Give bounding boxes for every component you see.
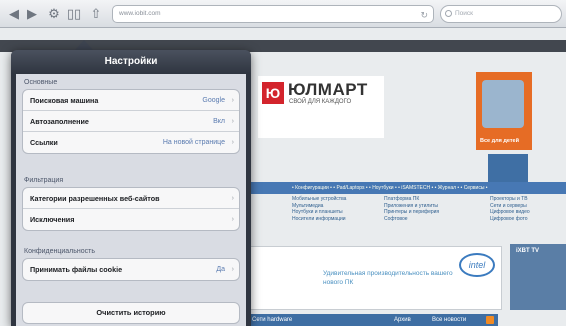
share-icon[interactable]: ⇧ [88,5,104,23]
chevron-right-icon: › [231,195,234,202]
row-label: Категории разрешенных веб-сайтов [30,194,160,203]
archive-link[interactable]: Архив [394,314,411,326]
all-news-link[interactable]: Все новости [432,314,466,326]
row-value: На новой странице [162,139,225,146]
ixbt-tv-tile[interactable]: iXBT TV [510,244,566,310]
ulmart-logo[interactable]: Ю ЮЛМАРТ СВОЙ ДЛЯ КАЖДОГО [258,76,384,138]
group-privacy: Принимать файлы cookie Да › [22,258,240,281]
popover-arrow [75,40,93,50]
row-label: Исключения [30,215,75,224]
row-label: Ссылки [30,138,58,147]
bookmarks-icon[interactable]: ▯▯ [66,5,82,23]
reload-icon[interactable]: ↻ [420,7,428,23]
group-general: Поисковая машина Google › Автозаполнение… [22,89,240,154]
row-search-engine[interactable]: Поисковая машина Google › [23,90,239,111]
toy-image [482,80,524,128]
search-placeholder: Поиск [455,10,474,17]
row-label: Принимать файлы cookie [30,265,123,274]
settings-gear-icon[interactable]: ⚙ [46,5,62,23]
news-section-title: Сети hardware [252,317,293,323]
category-bar[interactable]: • Конфигурации • • Pad/Laptops • • Ноутб… [234,182,566,194]
ixbt-tv-title: iXBT TV [516,248,540,254]
row-label: Автозаполнение [30,117,89,126]
category-column-2[interactable]: Платформа ПК Приложения и утилиты Принтер… [384,196,439,222]
category-column-3[interactable]: Проекторы и ТВ Сети и серверы Цифровое ви… [490,196,530,222]
row-links[interactable]: Ссылки На новой странице › [23,132,239,153]
rss-icon[interactable] [486,316,494,324]
popover-title: Настройки [104,56,158,67]
clear-history-button[interactable]: Очистить историю [22,302,240,324]
row-value: Google [202,97,225,104]
address-bar[interactable]: www.iobit.com ↻ [112,5,434,23]
intel-logo: intel [459,253,495,277]
chevron-right-icon: › [231,266,234,273]
row-label: Поисковая машина [30,96,99,105]
chevron-right-icon: › [231,118,234,125]
intel-banner[interactable]: Удивительная производительность вашего н… [240,246,502,310]
row-autofill[interactable]: Автозаполнение Вкл › [23,111,239,132]
chevron-right-icon: › [231,139,234,146]
settings-popover: Настройки Основные Поисковая машина Goog… [11,50,251,326]
search-field[interactable]: Поиск [440,5,562,23]
promo-tile[interactable]: Все для детей [476,72,532,150]
back-icon[interactable]: ◀ [6,5,22,23]
section-header-filtering: Фильтрация [24,177,64,184]
row-value: Вкл [213,118,225,125]
banner-text: Удивительная производительность вашего н… [323,270,453,286]
logo-subtitle: СВОЙ ДЛЯ КАЖДОГО [289,99,352,105]
row-allowed-sites[interactable]: Категории разрешенных веб-сайтов › [23,188,239,209]
group-filtering: Категории разрешенных веб-сайтов › Исклю… [22,187,240,231]
address-text: www.iobit.com [119,10,161,17]
chevron-right-icon: › [231,216,234,223]
section-header-privacy: Конфиденциальность [24,248,96,255]
browser-toolbar: ◀ ▶ ⚙ ▯▯ ⇧ www.iobit.com ↻ Поиск [0,0,566,28]
promo-thumb[interactable] [488,154,528,182]
logo-mark: Ю [262,82,284,104]
news-bar: Сети hardware Архив Все новости [244,314,498,326]
category-column-1[interactable]: Мобильные устройства Мультимедиа Ноутбуки… [292,196,346,222]
chevron-right-icon: › [231,97,234,104]
section-header-general: Основные [24,79,58,86]
row-value: Да [216,266,225,273]
popover-header: Настройки [11,50,251,74]
forward-icon[interactable]: ▶ [24,5,40,23]
logo-title: ЮЛМАРТ [288,80,368,99]
settings-list: Основные Поисковая машина Google › Автоз… [16,74,246,326]
promo-label: Все для детей [480,138,519,144]
category-columns: Мобильные устройства Мультимедиа Ноутбуки… [234,196,566,232]
row-exceptions[interactable]: Исключения › [23,209,239,230]
row-accept-cookies[interactable]: Принимать файлы cookie Да › [23,259,239,280]
